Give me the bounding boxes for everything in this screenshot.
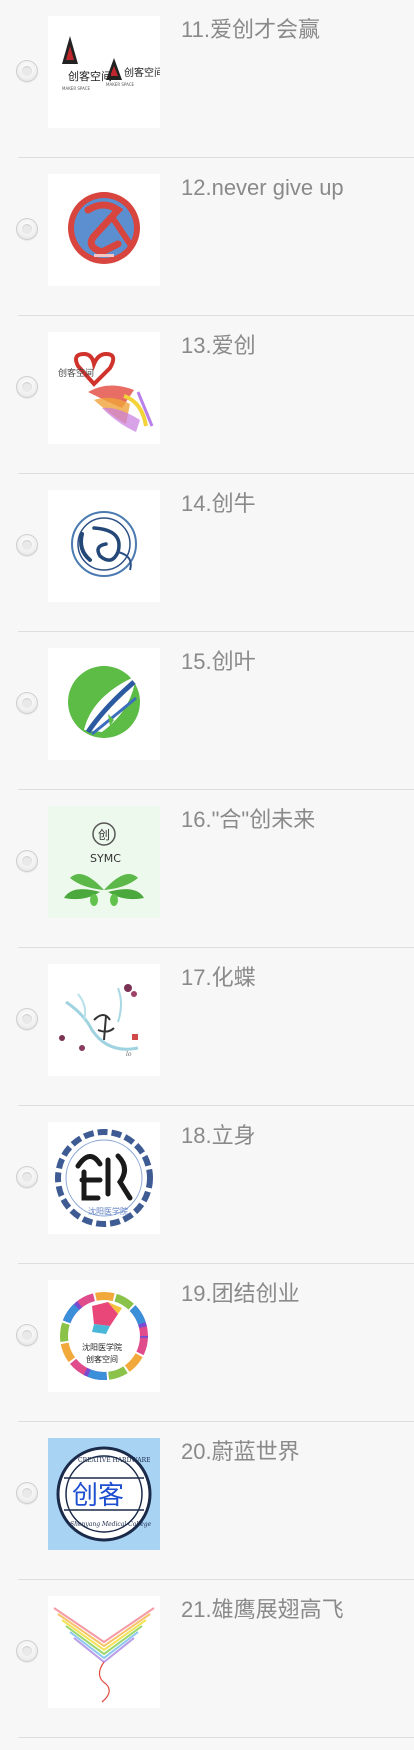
svg-text:CREATIVE HARDWARE: CREATIVE HARDWARE <box>78 1457 150 1464</box>
vote-option-19[interactable]: 沈阳医学院 创客空间 19.团结创业 <box>0 1264 414 1422</box>
option-label[interactable]: 12.never give up <box>181 174 344 202</box>
vote-option-21[interactable]: 21.雄鹰展翅高飞 <box>0 1580 414 1738</box>
logo-thumbnail[interactable]: 创客空间 创客空间 MAKER SPACE MAKER SPACE <box>48 16 160 128</box>
divider <box>18 1737 414 1738</box>
vote-option-list: 创客空间 创客空间 MAKER SPACE MAKER SPACE 11.爱创才… <box>0 0 414 1738</box>
option-label[interactable]: 20.蔚蓝世界 <box>181 1438 300 1466</box>
vote-option-17[interactable]: lo 17.化蝶 <box>0 948 414 1106</box>
logo-thumbnail[interactable]: 创 SYMC <box>48 806 160 918</box>
logo-text: 创客 <box>72 1481 124 1511</box>
ox-swirl-logo-icon <box>48 490 160 602</box>
svg-text:SYMC: SYMC <box>90 852 121 865</box>
vote-option-13[interactable]: 创客空间 13.爱创 <box>0 316 414 474</box>
butterfly-branch-logo-icon: lo <box>48 964 160 1076</box>
option-label[interactable]: 21.雄鹰展翅高飞 <box>181 1596 344 1624</box>
option-label[interactable]: 11.爱创才会赢 <box>181 16 320 44</box>
vote-option-20[interactable]: 创客 CREATIVE HARDWARE Shenyang Medical Co… <box>0 1422 414 1580</box>
vote-option-16[interactable]: 创 SYMC 16."合"创未来 <box>0 790 414 948</box>
radio-button[interactable] <box>16 692 38 714</box>
vote-option-14[interactable]: 14.创牛 <box>0 474 414 632</box>
logo-text: 创客空间 <box>58 367 94 379</box>
svg-text:创客空间: 创客空间 <box>124 66 160 79</box>
logo-thumbnail[interactable] <box>48 490 160 602</box>
rainbow-wings-logo-icon <box>48 1596 160 1708</box>
heart-swirl-logo-icon: 创客空间 <box>48 332 160 444</box>
radio-button[interactable] <box>16 1324 38 1346</box>
option-label[interactable]: 14.创牛 <box>181 490 256 518</box>
option-label[interactable]: 19.团结创业 <box>181 1280 300 1308</box>
option-label[interactable]: 17.化蝶 <box>181 964 256 992</box>
radio-button[interactable] <box>16 1482 38 1504</box>
option-label[interactable]: 13.爱创 <box>181 332 256 360</box>
logo-thumbnail[interactable]: 沈阳医学院 <box>48 1122 160 1234</box>
vote-option-11[interactable]: 创客空间 创客空间 MAKER SPACE MAKER SPACE 11.爱创才… <box>0 0 414 158</box>
vote-option-15[interactable]: 15.创叶 <box>0 632 414 790</box>
rainbow-ring-logo-icon: 沈阳医学院 创客空间 <box>48 1280 160 1392</box>
logo-thumbnail[interactable]: 沈阳医学院 创客空间 <box>48 1280 160 1392</box>
vote-option-12[interactable]: 12.never give up <box>0 158 414 316</box>
logo-thumbnail[interactable]: 创客空间 <box>48 332 160 444</box>
svg-text:MAKER SPACE: MAKER SPACE <box>62 86 91 91</box>
blue-stamp-logo-icon: 创客 CREATIVE HARDWARE Shenyang Medical Co… <box>48 1438 160 1550</box>
option-label[interactable]: 15.创叶 <box>181 648 256 676</box>
green-leaves-logo-icon: 创 SYMC <box>48 806 160 918</box>
radio-button[interactable] <box>16 534 38 556</box>
logo-thumbnail[interactable] <box>48 1596 160 1708</box>
radio-button[interactable] <box>16 1008 38 1030</box>
logo-thumbnail[interactable]: lo <box>48 964 160 1076</box>
vote-option-18[interactable]: 沈阳医学院 18.立身 <box>0 1106 414 1264</box>
svg-text:lo: lo <box>126 1051 132 1058</box>
radio-button[interactable] <box>16 60 38 82</box>
svg-text:沈阳医学院: 沈阳医学院 <box>88 1206 128 1216</box>
svg-text:MAKER SPACE: MAKER SPACE <box>106 82 135 87</box>
radio-button[interactable] <box>16 376 38 398</box>
option-label[interactable]: 18.立身 <box>181 1122 256 1150</box>
radio-button[interactable] <box>16 1640 38 1662</box>
radio-button[interactable] <box>16 850 38 872</box>
logo-text: 创 <box>98 828 110 842</box>
logo-text: 沈阳医学院 <box>82 1342 122 1352</box>
option-label[interactable]: 16."合"创未来 <box>181 806 315 834</box>
logo-thumbnail[interactable] <box>48 648 160 760</box>
svg-text:创客空间: 创客空间 <box>86 1354 118 1364</box>
leaf-circle-logo-icon <box>48 648 160 760</box>
logo-text: 创客空间 <box>68 69 112 83</box>
radio-button[interactable] <box>16 218 38 240</box>
logo-thumbnail[interactable]: 创客 CREATIVE HARDWARE Shenyang Medical Co… <box>48 1438 160 1550</box>
ax-logo-icon: 创客空间 创客空间 MAKER SPACE MAKER SPACE <box>48 16 160 128</box>
radio-button[interactable] <box>16 1166 38 1188</box>
cs-circle-logo-icon <box>48 174 160 286</box>
logo-thumbnail[interactable] <box>48 174 160 286</box>
seal-circle-logo-icon: 沈阳医学院 <box>48 1122 160 1234</box>
svg-text:Shenyang Medical College: Shenyang Medical College <box>70 1521 152 1528</box>
